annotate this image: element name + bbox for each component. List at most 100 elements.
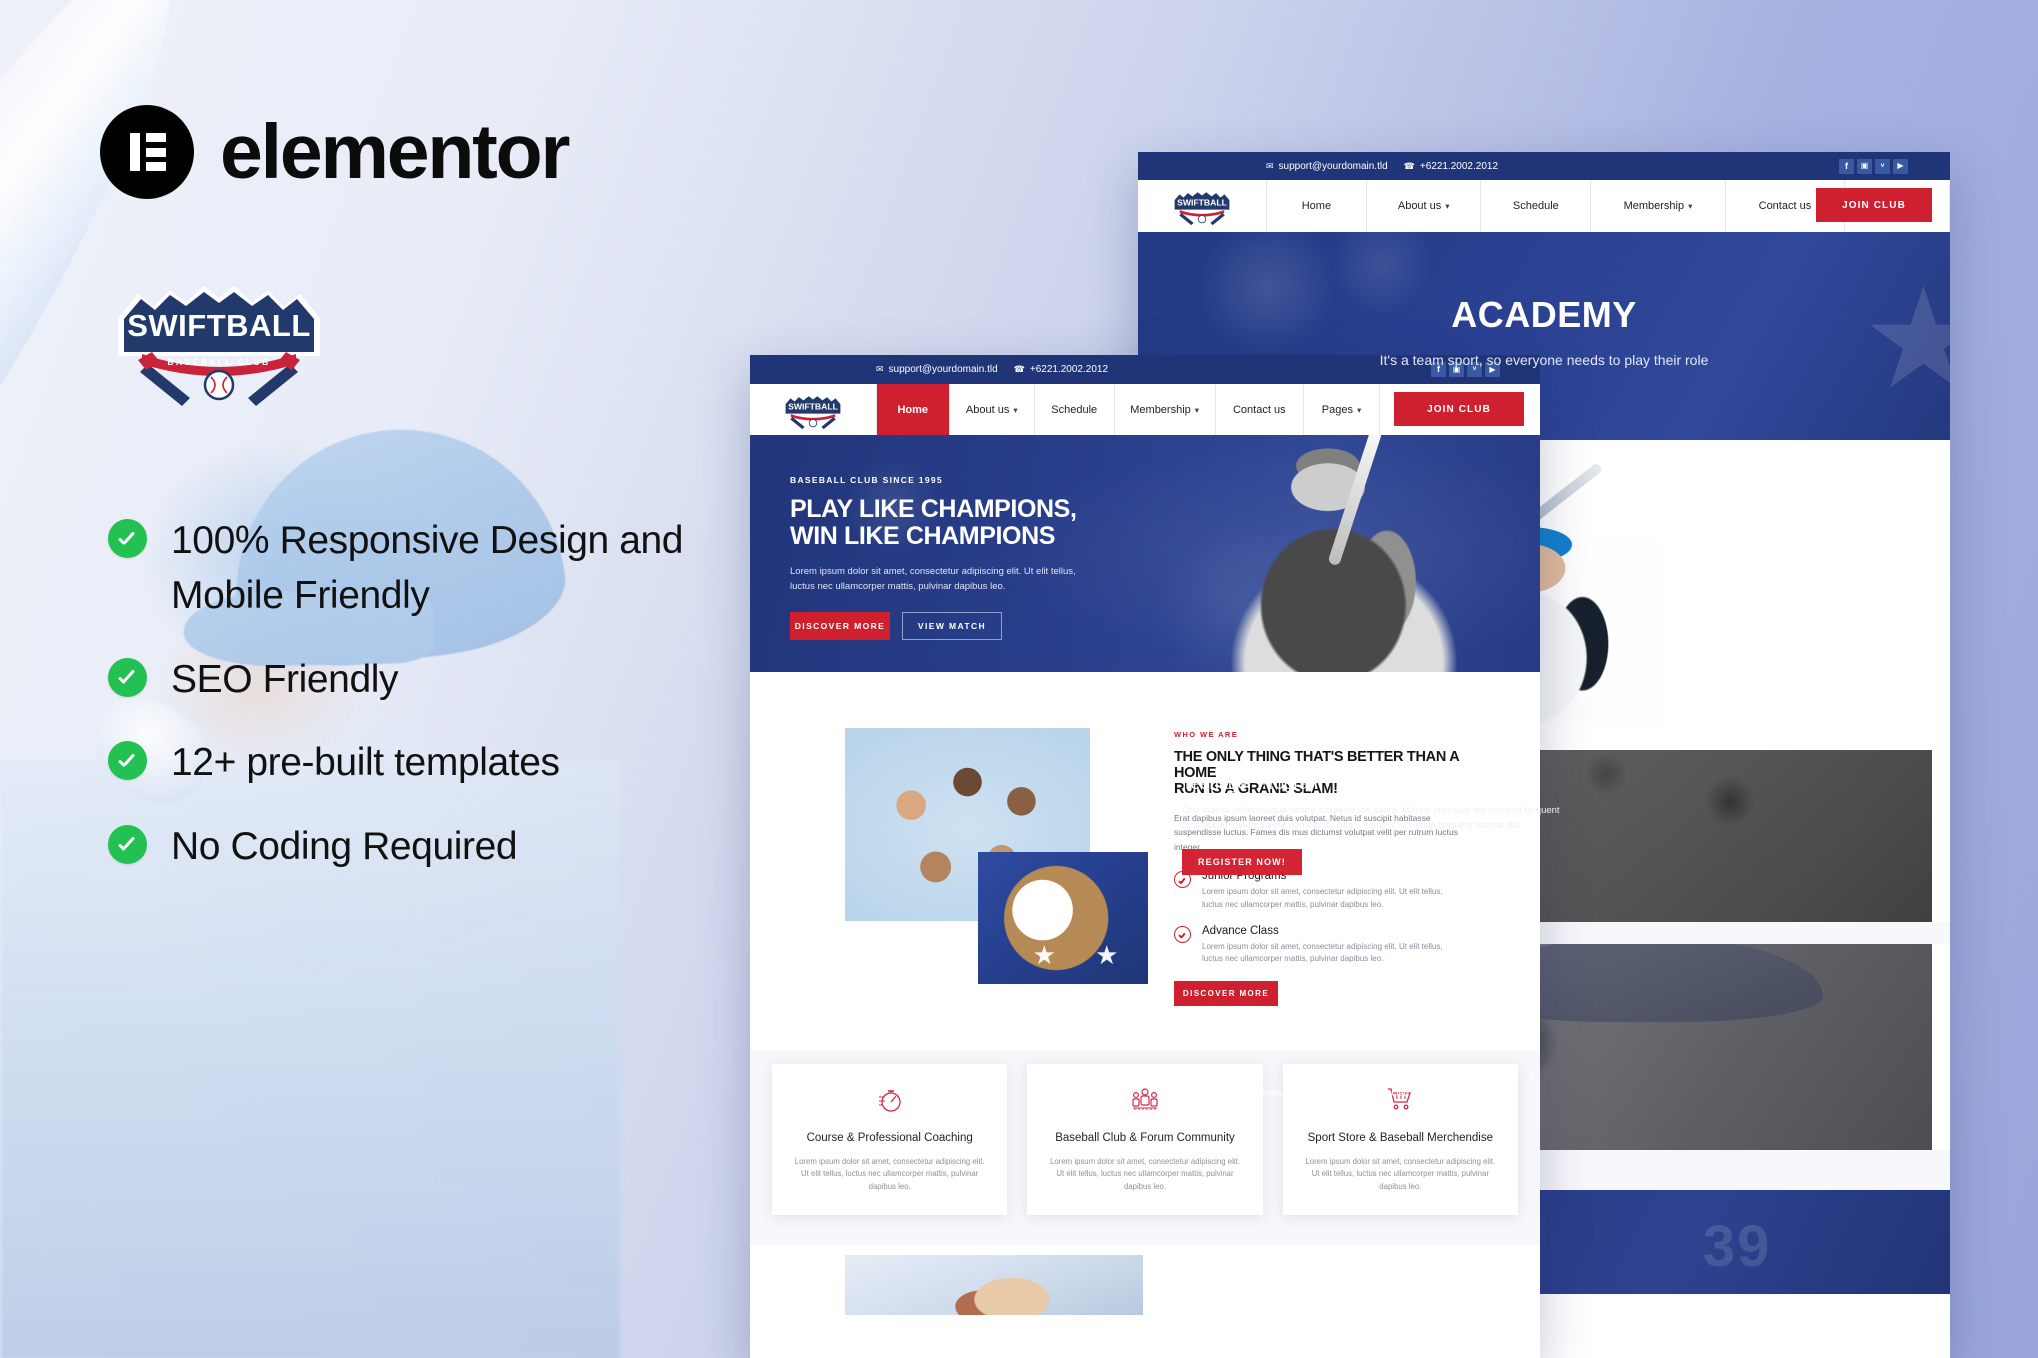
hero-title-line-2: WIN LIKE CHAMPIONS — [790, 521, 1056, 550]
teenager-program-body: Teenager Program Orci massa pellentesque… — [1156, 750, 1932, 899]
svg-text:SWIFTBALL: SWIFTBALL — [127, 308, 311, 343]
feature-item: 100% Responsive Design and Mobile Friend… — [108, 513, 708, 624]
nav-item-label: About us — [965, 403, 1010, 416]
feature-cards: Course & Professional Coaching Lorem ips… — [772, 1064, 1518, 1216]
register-now-button[interactable]: REGISTER NOW! — [1182, 849, 1302, 876]
chevron-down-icon: ▾ — [1194, 405, 1199, 415]
feature-card-title: Course & Professional Coaching — [806, 1132, 973, 1144]
feature-card[interactable]: Sport Store & Baseball Merchendise Lorem… — [1282, 1064, 1518, 1216]
join-club-button[interactable]: JOIN CLUB — [1816, 188, 1932, 222]
nav-item-pages[interactable]: Pages ▾ — [1304, 384, 1380, 435]
community-icon — [1130, 1084, 1160, 1119]
nav-item-membership[interactable]: Membership ▾ — [1591, 180, 1726, 232]
check-circle-outline-icon — [1174, 925, 1191, 943]
hero-content: BASEBALL CLUB SINCE 1995 PLAY LIKE CHAMP… — [750, 435, 1130, 641]
about-bullet-text: Lorem ipsum dolor sit amet, consectetur … — [1202, 941, 1443, 964]
nav-item-label: Schedule — [1051, 403, 1098, 416]
nav-item-membership[interactable]: Membership ▾ — [1115, 384, 1216, 435]
feature-card-text: Lorem ipsum dolor sit amet, consectetur … — [1305, 1156, 1496, 1191]
twitter-icon[interactable]: ᵛ — [1875, 158, 1890, 174]
feature-card-text: Lorem ipsum dolor sit amet, consectetur … — [1050, 1156, 1240, 1191]
view-match-button[interactable]: VIEW MATCH — [902, 612, 1002, 641]
home-bottom-partial-section — [750, 1245, 1540, 1315]
hero-batter-photo — [1210, 435, 1478, 672]
bottom-photo — [845, 1255, 1143, 1315]
about-discover-more-button[interactable]: DISCOVER MORE — [1174, 981, 1278, 1007]
check-circle-icon — [108, 824, 147, 864]
topbar-email[interactable]: ✉ support@yourdomain.tld — [876, 364, 998, 375]
home-hero: BASEBALL CLUB SINCE 1995 PLAY LIKE CHAMP… — [750, 435, 1540, 672]
discover-more-button[interactable]: DISCOVER MORE — [790, 612, 890, 641]
chevron-down-icon: ▾ — [1013, 405, 1018, 415]
academy-page-subtitle: It's a team sport, so everyone needs to … — [1379, 352, 1709, 368]
academy-page-title: ACADEMY — [1451, 294, 1637, 335]
about-bullet-title: Advance Class — [1202, 924, 1279, 937]
academy-topbar: ✉ support@yourdomain.tld ☎ +6221.2002.20… — [1138, 152, 1950, 180]
svg-text:BASEBALL CLUB: BASEBALL CLUB — [167, 357, 270, 367]
feature-card-title: Sport Store & Baseball Merchendise — [1307, 1132, 1494, 1144]
topbar-phone[interactable]: ☎ +6221.2002.2012 — [1014, 364, 1108, 375]
navbar-logo[interactable]: SWIFTBALL — [1138, 180, 1266, 232]
feature-card[interactable]: Course & Professional Coaching Lorem ips… — [772, 1064, 1008, 1216]
nav-item-label: Membership — [1623, 200, 1685, 212]
feature-label: 12+ pre-built templates — [171, 741, 560, 785]
feature-card-text: Lorem ipsum dolor sit amet, consectetur … — [794, 1156, 985, 1191]
feature-card[interactable]: Baseball Club & Forum Community Lorem ip… — [1027, 1064, 1263, 1216]
hero-buttons: DISCOVER MORE VIEW MATCH — [790, 612, 1130, 641]
nav-item-schedule[interactable]: Schedule — [1035, 384, 1115, 435]
about-bullet: Advance Class Lorem ipsum dolor sit amet… — [1174, 925, 1462, 967]
hero-paragraph: Lorem ipsum dolor sit amet, consectetur … — [790, 566, 1076, 593]
feature-label: No Coding Required — [171, 824, 518, 868]
elementor-logo-icon — [100, 105, 194, 199]
check-circle-icon — [108, 657, 147, 697]
instagram-icon[interactable]: ▣ — [1857, 158, 1872, 174]
hero-eyebrow: BASEBALL CLUB SINCE 1995 — [790, 475, 943, 485]
topbar-phone-text: +6221.2002.2012 — [1029, 364, 1109, 375]
swiftball-club-logo: SWIFTBALL BASEBALL CLUB — [108, 272, 330, 407]
nav-item-schedule[interactable]: Schedule — [1481, 180, 1592, 232]
nav-item-home[interactable]: Home — [876, 384, 950, 435]
feature-card-title: Baseball Club & Forum Community — [1055, 1132, 1235, 1144]
facebook-icon[interactable]: f — [1839, 158, 1854, 174]
nav-item-label: Pages — [1321, 403, 1353, 416]
nav-item-home[interactable]: Home — [1266, 180, 1367, 232]
feature-item: 12+ pre-built templates — [108, 735, 708, 790]
navbar-logo[interactable]: SWIFTBALL — [750, 384, 876, 435]
elementor-wordmark: elementor — [220, 108, 570, 195]
feature-label: 100% Responsive Design and Mobile Friend… — [171, 519, 684, 618]
topbar-phone[interactable]: ☎ +6221.2002.2012 — [1404, 161, 1498, 172]
chevron-down-icon: ▾ — [1356, 405, 1362, 415]
topbar-phone-text: +6221.2002.2012 — [1419, 160, 1499, 172]
feature-cards-section: Course & Professional Coaching Lorem ips… — [750, 1050, 1540, 1245]
join-club-button[interactable]: JOIN CLUB — [1394, 392, 1524, 426]
hero-title-line-1: PLAY LIKE CHAMPIONS, — [790, 495, 1077, 523]
nav-item-contact-us[interactable]: Contact us — [1216, 384, 1304, 435]
teenager-program-card[interactable]: Teenager Program Orci massa pellentesque… — [1156, 750, 1932, 922]
envelope-icon: ✉ — [1266, 160, 1274, 171]
teenager-program-text: Orci massa pellentesque nostra suspendis… — [1182, 805, 1560, 831]
feature-item: SEO Friendly — [108, 652, 708, 707]
check-circle-icon — [108, 519, 147, 558]
nav-item-about-us[interactable]: About us ▾ — [950, 384, 1035, 435]
svg-text:SWIFTBALL: SWIFTBALL — [1177, 197, 1227, 207]
elementor-branding: elementor — [100, 105, 570, 199]
feature-item: No Coding Required — [108, 819, 708, 874]
nav-item-about-us[interactable]: About us ▾ — [1367, 180, 1482, 232]
topbar-email-text: support@yourdomain.tld — [1278, 160, 1388, 172]
phone-icon: ☎ — [1013, 364, 1025, 374]
check-circle-icon — [108, 741, 147, 781]
who-we-are-eyebrow: WHO WE ARE — [1174, 730, 1239, 739]
baseball-glove-photo — [978, 852, 1148, 984]
teenager-program-title: Teenager Program — [1182, 774, 1323, 793]
youtube-icon[interactable]: ▶ — [1893, 158, 1908, 174]
stopwatch-icon — [875, 1084, 905, 1119]
topbar-email[interactable]: ✉ support@yourdomain.tld — [1266, 161, 1388, 172]
nav-item-label: Contact us — [1232, 403, 1286, 416]
nav-item-label: Schedule — [1512, 200, 1559, 212]
feature-list: 100% Responsive Design and Mobile Friend… — [108, 513, 708, 902]
jersey-number: 39 — [1702, 1213, 1772, 1279]
envelope-icon: ✉ — [876, 364, 884, 374]
topbar-email-text: support@yourdomain.tld — [888, 364, 998, 375]
portrait-caption: nt mus accumsan hendrerit penatibus. Tur… — [1182, 1088, 1514, 1098]
nav-item-label: Home — [897, 403, 929, 416]
